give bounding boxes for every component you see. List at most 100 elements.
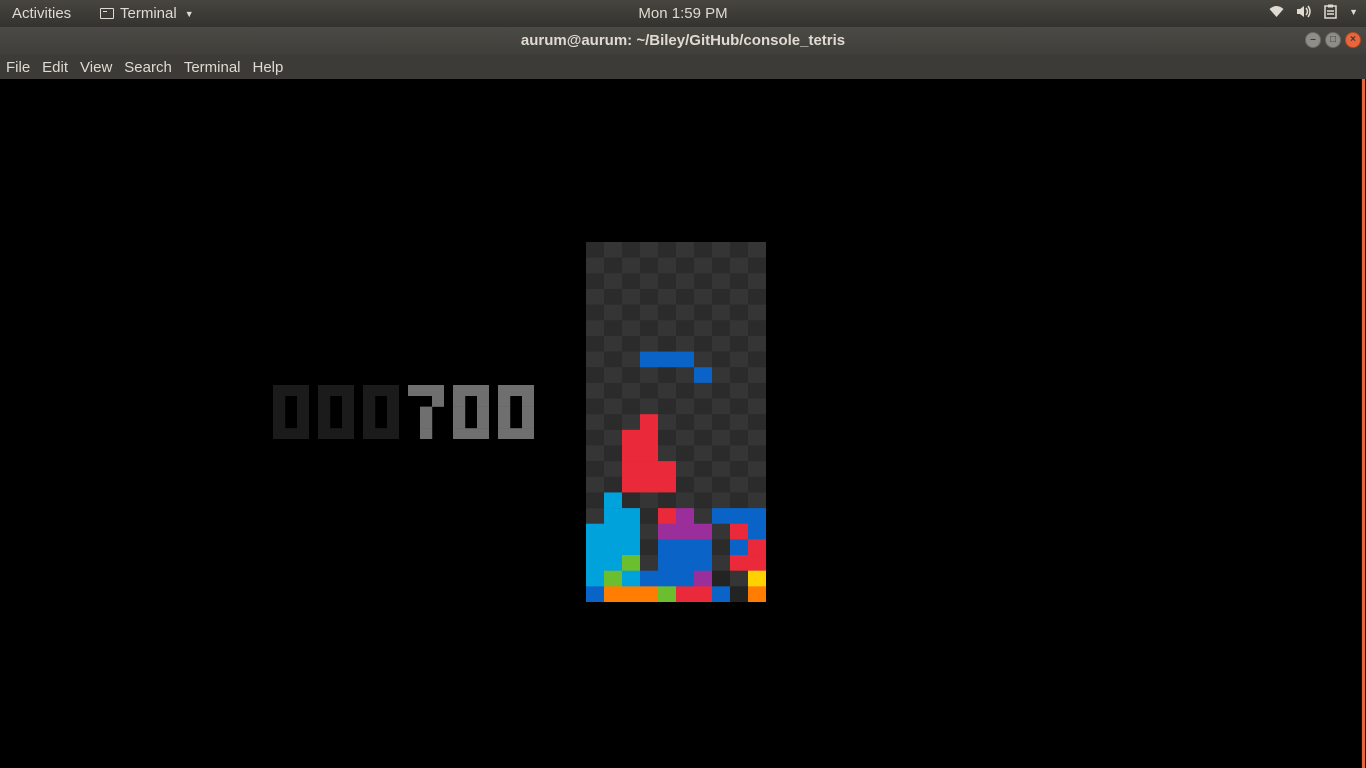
board-cell-empty — [622, 320, 641, 337]
board-cell-empty — [730, 398, 749, 415]
board-cell-empty — [748, 382, 766, 399]
board-cell-block — [694, 523, 713, 540]
board-cell-empty — [658, 429, 677, 446]
board-cell-empty — [604, 304, 623, 321]
board-cell-block — [748, 586, 766, 602]
score-digit-segment — [273, 428, 286, 439]
menu-terminal[interactable]: Terminal — [178, 55, 247, 79]
scrollbar-thumb[interactable] — [1362, 79, 1365, 768]
board-cell-empty — [640, 242, 659, 258]
board-cell-empty — [730, 429, 749, 446]
board-cell-block — [658, 461, 677, 478]
score-digit-segment — [342, 406, 354, 418]
board-cell-block — [712, 570, 731, 587]
menu-file[interactable]: File — [0, 55, 36, 79]
board-cell-empty — [748, 414, 766, 431]
menu-view[interactable]: View — [74, 55, 118, 79]
board-cell-empty — [604, 351, 623, 368]
board-cell-empty — [658, 445, 677, 462]
maximize-button[interactable]: □ — [1325, 32, 1341, 48]
board-cell-empty — [586, 476, 605, 493]
board-cell-empty — [694, 382, 713, 399]
board-cell-empty — [658, 398, 677, 415]
board-cell-empty — [730, 445, 749, 462]
board-cell-block — [694, 555, 713, 571]
window-titlebar[interactable]: aurum@aurum: ~/Biley/GitHub/console_tetr… — [0, 27, 1366, 55]
board-cell-empty — [604, 273, 623, 290]
close-button[interactable]: × — [1345, 32, 1361, 48]
board-cell-empty — [586, 257, 605, 274]
board-cell-block — [604, 570, 623, 587]
board-cell-block — [748, 555, 766, 571]
score-digit: 0 — [318, 385, 354, 439]
board-cell-block — [622, 555, 641, 571]
board-cell-empty — [604, 382, 623, 399]
board-cell-block — [658, 476, 677, 493]
board-cell-block — [676, 351, 695, 368]
board-cell-empty — [694, 414, 713, 431]
board-cell-block — [640, 476, 659, 493]
terminal-scrollbar[interactable] — [1361, 79, 1366, 768]
board-cell-block — [622, 461, 641, 478]
menu-bar: File Edit View Search Terminal Help — [0, 55, 1366, 79]
board-cell-empty — [694, 492, 713, 509]
score-digit-segment — [342, 428, 354, 439]
board-cell-block — [604, 492, 623, 509]
board-cell-block — [730, 539, 749, 556]
board-cell-empty — [694, 304, 713, 321]
menu-search[interactable]: Search — [118, 55, 178, 79]
board-cell-empty — [712, 351, 731, 368]
score-digit-segment — [408, 385, 421, 397]
system-status-area[interactable]: ▼ — [1269, 4, 1358, 19]
score-digit-segment — [432, 385, 444, 397]
board-cell-empty — [748, 288, 766, 305]
score-digit-segment — [387, 385, 399, 397]
score-digit-segment — [318, 385, 331, 397]
score-digit-segment — [420, 417, 433, 429]
board-cell-empty — [748, 398, 766, 415]
board-cell-empty — [586, 320, 605, 337]
score-digit-segment — [297, 385, 309, 397]
board-cell-empty — [676, 382, 695, 399]
board-cell-block — [622, 476, 641, 493]
score-digit-segment — [453, 385, 466, 397]
board-cell-empty — [586, 429, 605, 446]
board-cell-empty — [748, 257, 766, 274]
board-cell-empty — [622, 492, 641, 509]
score-digit-segment — [498, 395, 511, 407]
score-digit-segment — [477, 385, 489, 397]
board-cell-empty — [622, 382, 641, 399]
board-cell-block — [622, 508, 641, 525]
score-digit-segment — [420, 385, 433, 397]
menu-edit[interactable]: Edit — [36, 55, 74, 79]
board-cell-empty — [586, 508, 605, 525]
board-cell-empty — [586, 414, 605, 431]
board-cell-empty — [586, 461, 605, 478]
window-controls: – □ × — [1305, 32, 1361, 48]
score-digit-segment — [453, 417, 466, 429]
activities-button[interactable]: Activities — [12, 5, 71, 22]
board-cell-empty — [694, 398, 713, 415]
board-cell-empty — [730, 461, 749, 478]
board-cell-empty — [622, 242, 641, 258]
score-digit-segment — [387, 406, 399, 418]
score-digit-segment — [318, 417, 331, 429]
score-digit-segment — [342, 385, 354, 397]
score-digit-segment — [318, 395, 331, 407]
board-cell-empty — [658, 288, 677, 305]
score-digit-segment — [318, 428, 331, 439]
board-cell-empty — [676, 320, 695, 337]
clock-button[interactable]: Mon 1:59 PM — [638, 5, 727, 22]
minimize-button[interactable]: – — [1305, 32, 1321, 48]
board-cell-empty — [712, 382, 731, 399]
board-cell-empty — [712, 555, 731, 571]
board-cell-block — [730, 586, 749, 602]
board-cell-block — [640, 461, 659, 478]
score-digit-segment — [330, 428, 343, 439]
score-digit-segment — [273, 417, 286, 429]
board-cell-empty — [622, 335, 641, 352]
menu-help[interactable]: Help — [247, 55, 290, 79]
board-cell-empty — [640, 508, 659, 525]
app-menu-button[interactable]: Terminal ▼ — [100, 5, 194, 22]
board-cell-empty — [604, 445, 623, 462]
